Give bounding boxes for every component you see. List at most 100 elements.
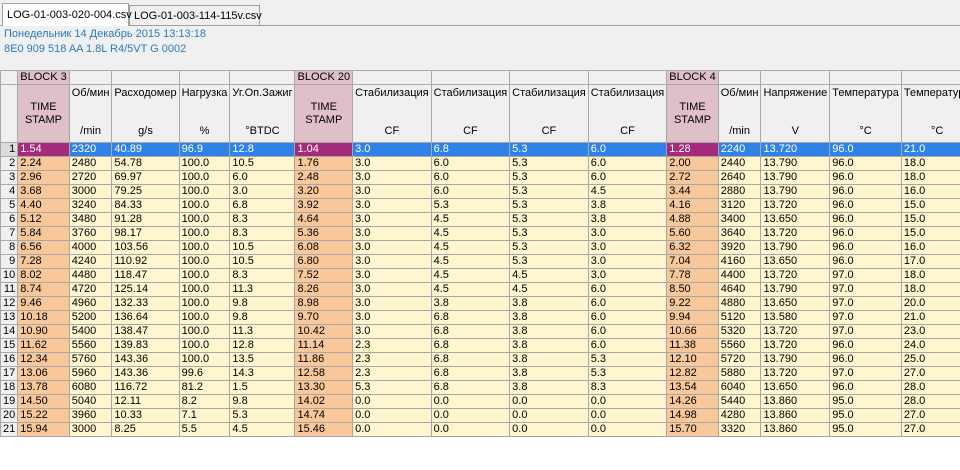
table-cell[interactable]: 96.0 — [829, 212, 902, 227]
table-cell[interactable]: 3240 — [68, 198, 113, 213]
table-cell[interactable]: 4.5 — [430, 226, 511, 241]
timestamp-cell[interactable]: 11.86 — [294, 352, 354, 367]
table-cell[interactable]: 5440 — [717, 394, 762, 409]
table-cell[interactable]: 13.720 — [760, 324, 831, 339]
table-row[interactable]: 11 8.74 4720 125.14 100.0 11.3 8.26 3.0 4.5 4.5 6.… — [0, 282, 960, 297]
table-cell[interactable]: 3.0 — [352, 156, 432, 171]
table-cell[interactable]: 4640 — [717, 282, 762, 297]
log-data-sheet[interactable]: BLOCK 3 BLOCK 20 BLOCK 4 TIME STAMP Об/мин/m… — [0, 70, 960, 470]
table-cell[interactable]: 91.28 — [111, 212, 180, 227]
table-cell[interactable]: 5.3 — [229, 408, 296, 423]
table-cell[interactable]: 8.2 — [178, 394, 231, 409]
table-cell[interactable]: 95.0 — [829, 422, 902, 437]
table-cell[interactable]: 2.3 — [352, 352, 432, 367]
timestamp-cell[interactable]: 4.64 — [294, 212, 354, 227]
row-number[interactable]: 3 — [0, 170, 19, 185]
table-cell[interactable]: 3.0 — [352, 212, 432, 227]
table-cell[interactable]: 4960 — [68, 296, 113, 311]
table-cell[interactable]: 21.0 — [900, 310, 960, 325]
timestamp-cell[interactable]: 12.34 — [17, 352, 70, 367]
table-row[interactable]: 16 12.34 5760 143.36 100.0 13.5 11.86 2.3 6.8 3.8… — [0, 352, 960, 367]
table-cell[interactable]: 16.0 — [900, 184, 960, 199]
column-header[interactable]: Напряжение V — [760, 84, 831, 143]
table-cell[interactable]: 3.0 — [352, 198, 432, 213]
table-cell[interactable]: 81.2 — [178, 380, 231, 395]
table-cell[interactable]: 4.5 — [430, 254, 511, 269]
table-cell[interactable]: 3000 — [68, 184, 113, 199]
table-cell[interactable]: 96.0 — [829, 156, 902, 171]
table-cell[interactable]: 3.0 — [587, 226, 668, 241]
table-cell[interactable]: 6.8 — [430, 380, 511, 395]
timestamp-cell[interactable]: 9.46 — [17, 296, 70, 311]
table-cell[interactable]: 28.0 — [900, 394, 960, 409]
row-number[interactable]: 11 — [0, 282, 19, 297]
table-cell[interactable]: 3.0 — [352, 142, 432, 157]
timestamp-cell[interactable]: 6.80 — [294, 254, 354, 269]
table-row[interactable]: 21 15.94 3000 8.25 5.5 4.5 15.46 0.0 0.0 0.0 0.0 15… — [0, 422, 960, 437]
table-cell[interactable]: 6.0 — [587, 324, 668, 339]
timestamp-cell[interactable]: 6.32 — [666, 240, 719, 255]
timestamp-cell[interactable]: 11.14 — [294, 338, 354, 353]
table-cell[interactable]: 6.8 — [430, 142, 511, 157]
column-header[interactable]: Об/мин/min — [717, 84, 762, 143]
row-number[interactable]: 20 — [0, 408, 19, 423]
timestamp-header[interactable]: TIME STAMP — [666, 84, 719, 143]
table-cell[interactable]: 9.8 — [229, 310, 296, 325]
table-cell[interactable]: 3.0 — [352, 324, 432, 339]
table-cell[interactable]: 3.8 — [430, 296, 511, 311]
column-header[interactable]: Стабилизация CF — [587, 84, 668, 143]
table-cell[interactable]: 5880 — [717, 366, 762, 381]
table-cell[interactable]: 3400 — [717, 212, 762, 227]
table-cell[interactable]: 54.78 — [111, 156, 180, 171]
table-cell[interactable]: 4.5 — [509, 282, 589, 297]
timestamp-cell[interactable]: 7.52 — [294, 268, 354, 283]
table-cell[interactable]: 13.790 — [760, 240, 831, 255]
table-cell[interactable]: 2.3 — [352, 338, 432, 353]
table-cell[interactable]: 3.0 — [587, 240, 668, 255]
table-cell[interactable]: 3.0 — [229, 184, 296, 199]
table-cell[interactable]: 13.720 — [760, 142, 831, 157]
table-cell[interactable]: 98.17 — [111, 226, 180, 241]
table-cell[interactable]: 3.0 — [352, 184, 432, 199]
table-cell[interactable]: 23.0 — [900, 324, 960, 339]
table-cell[interactable]: 116.72 — [111, 380, 180, 395]
timestamp-cell[interactable]: 11.62 — [17, 338, 70, 353]
table-cell[interactable]: 0.0 — [587, 408, 668, 423]
table-cell[interactable]: 100.0 — [178, 254, 231, 269]
timestamp-cell[interactable]: 1.76 — [294, 156, 354, 171]
row-number[interactable]: 15 — [0, 338, 19, 353]
table-cell[interactable]: 4240 — [68, 254, 113, 269]
table-cell[interactable]: 96.0 — [829, 380, 902, 395]
table-cell[interactable]: 96.0 — [829, 240, 902, 255]
table-row[interactable]: 8 6.56 4000 103.56 100.0 10.5 6.08 3.0 4.5 5.3 3.0… — [0, 240, 960, 255]
table-cell[interactable]: 10.5 — [229, 254, 296, 269]
table-row[interactable]: 5 4.40 3240 84.33 100.0 6.8 3.92 3.0 5.3 5.3 3.8 4.… — [0, 198, 960, 213]
table-cell[interactable]: 13.790 — [760, 352, 831, 367]
table-cell[interactable]: 97.0 — [829, 268, 902, 283]
table-cell[interactable]: 6.0 — [430, 156, 511, 171]
timestamp-cell[interactable]: 1.28 — [666, 142, 719, 157]
table-cell[interactable]: 6.0 — [587, 156, 668, 171]
table-cell[interactable]: 0.0 — [430, 394, 511, 409]
table-row[interactable]: 13 10.18 5200 136.64 100.0 9.8 9.70 3.0 6.8 3.8 6.… — [0, 310, 960, 325]
table-cell[interactable]: 97.0 — [829, 310, 902, 325]
timestamp-cell[interactable]: 10.66 — [666, 324, 719, 339]
table-cell[interactable]: 13.860 — [760, 394, 831, 409]
timestamp-cell[interactable]: 7.28 — [17, 254, 70, 269]
table-cell[interactable]: 96.0 — [829, 352, 902, 367]
table-cell[interactable]: 5320 — [717, 324, 762, 339]
timestamp-cell[interactable]: 6.56 — [17, 240, 70, 255]
table-cell[interactable]: 13.650 — [760, 212, 831, 227]
row-number[interactable]: 5 — [0, 198, 19, 213]
table-cell[interactable]: 4.5 — [587, 184, 668, 199]
table-cell[interactable]: 4400 — [717, 268, 762, 283]
table-cell[interactable]: 96.0 — [829, 170, 902, 185]
table-cell[interactable]: 100.0 — [178, 156, 231, 171]
table-cell[interactable]: 13.790 — [760, 156, 831, 171]
row-number[interactable]: 16 — [0, 352, 19, 367]
table-row[interactable]: 17 13.06 5960 143.36 99.6 14.3 12.58 2.3 6.8 3.8 5… — [0, 366, 960, 381]
row-number[interactable]: 8 — [0, 240, 19, 255]
table-cell[interactable]: 3.0 — [352, 268, 432, 283]
timestamp-cell[interactable]: 3.44 — [666, 184, 719, 199]
table-cell[interactable]: 3760 — [68, 226, 113, 241]
